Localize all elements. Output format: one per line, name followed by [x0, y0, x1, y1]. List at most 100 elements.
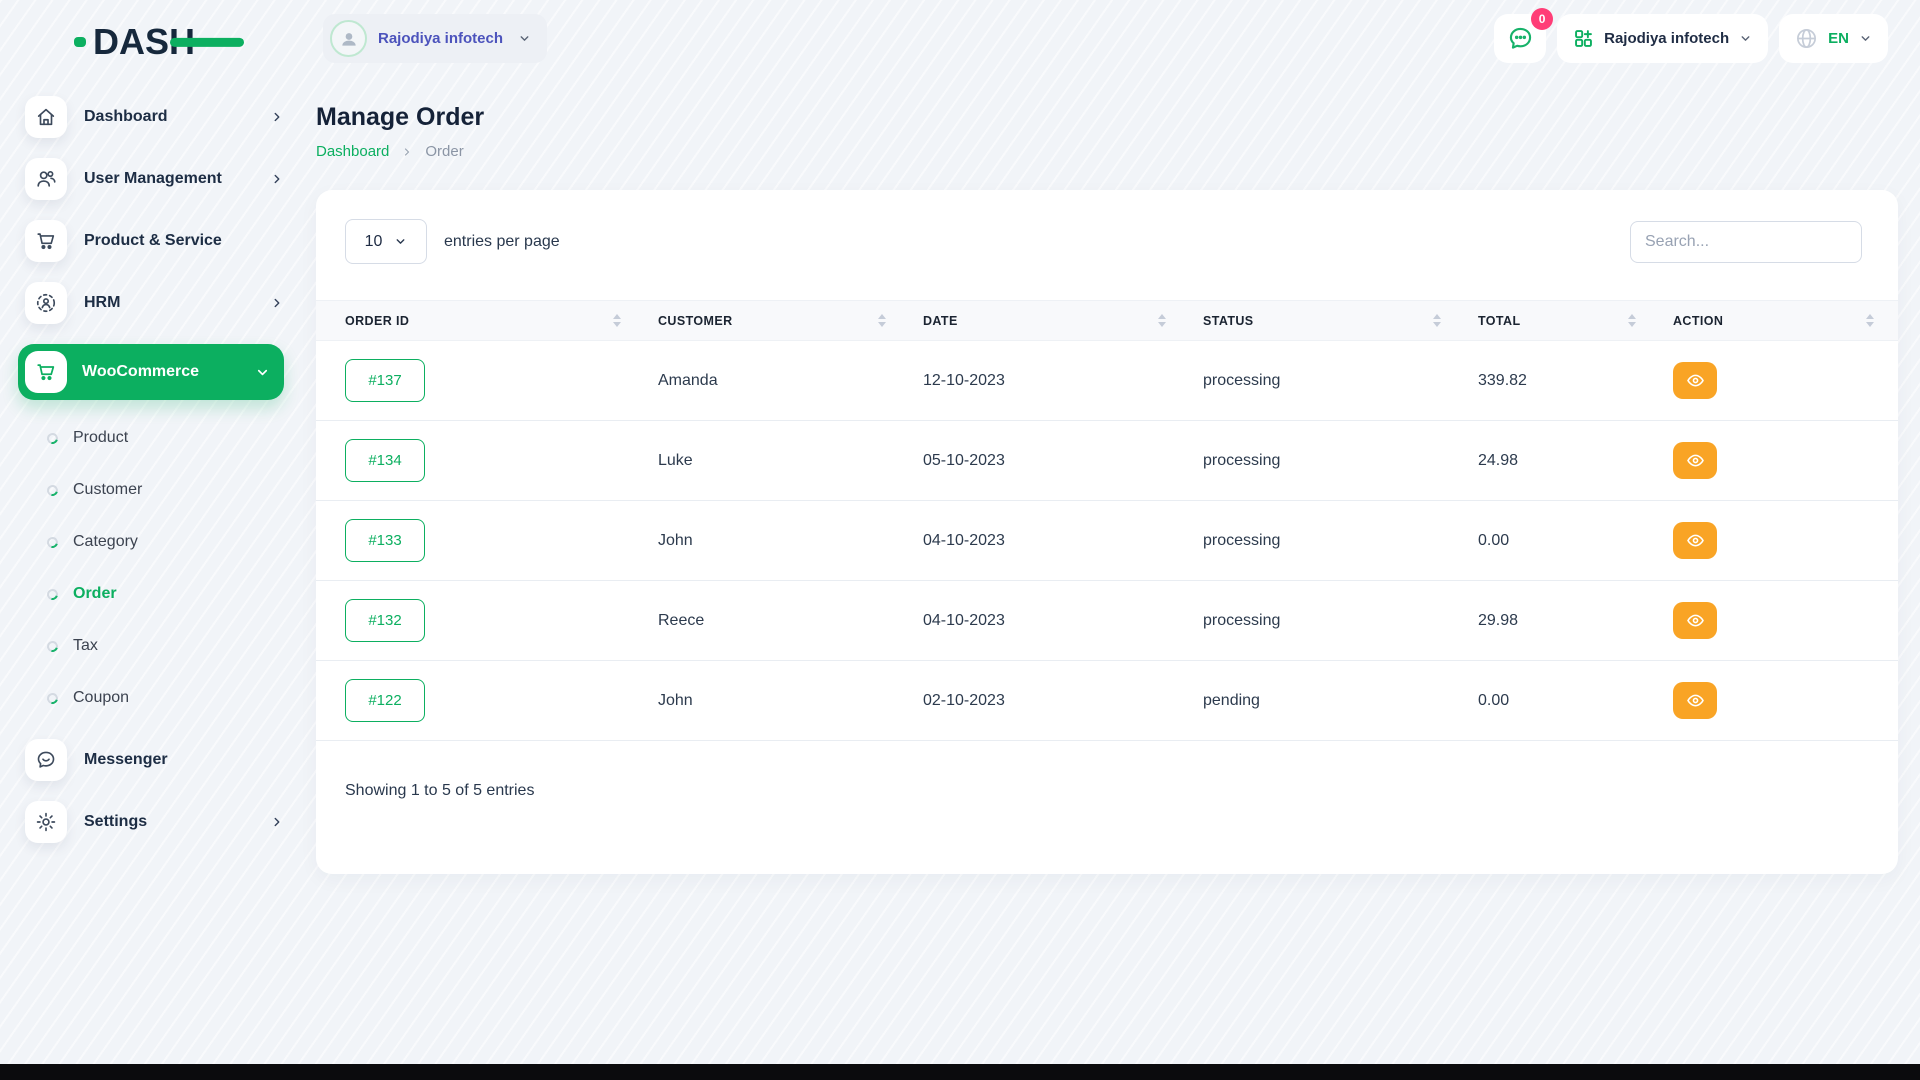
page-title: Manage Order — [316, 103, 1898, 132]
chevron-right-icon — [270, 815, 284, 829]
order-id-badge[interactable]: #134 — [345, 439, 425, 482]
workspace-name: Rajodiya infotech — [378, 30, 503, 47]
messages-button[interactable]: 0 — [1494, 14, 1546, 63]
sidebar-item-label: HRM — [84, 294, 120, 312]
users-icon — [25, 158, 67, 200]
sidebar-item-label: Messenger — [84, 751, 168, 769]
view-order-button[interactable] — [1673, 602, 1717, 639]
eye-icon — [1686, 611, 1705, 630]
breadcrumb-current: Order — [425, 143, 463, 160]
column-header-date[interactable]: DATE — [910, 301, 1190, 341]
submenu-item-coupon[interactable]: Coupon — [47, 686, 300, 710]
total-cell: 0.00 — [1465, 661, 1660, 741]
sidebar-item-settings[interactable]: Settings — [25, 801, 284, 843]
status-cell: processing — [1190, 421, 1465, 501]
cart-icon — [25, 220, 67, 262]
gear-icon — [25, 801, 67, 843]
sidebar-item-user-management[interactable]: User Management — [25, 158, 284, 200]
person-icon — [339, 29, 359, 49]
breadcrumb-dashboard-link[interactable]: Dashboard — [316, 143, 389, 160]
sidebar-item-label: Settings — [84, 813, 147, 831]
eye-icon — [1686, 371, 1705, 390]
date-cell: 02-10-2023 — [910, 661, 1190, 741]
total-cell: 339.82 — [1465, 341, 1660, 421]
donut-icon — [45, 586, 60, 601]
chat-bubble-icon — [1507, 25, 1534, 52]
search-input[interactable] — [1630, 221, 1862, 263]
customer-cell: John — [645, 501, 910, 581]
eye-icon — [1686, 691, 1705, 710]
logo-bar-icon — [170, 38, 244, 47]
sidebar-item-product-service[interactable]: Product & Service — [25, 220, 284, 262]
sort-icon — [1158, 314, 1166, 327]
topbar: DASH Rajodiya infotech 0 Rajodiya — [0, 0, 1920, 78]
order-id-badge[interactable]: #133 — [345, 519, 425, 562]
order-id-badge[interactable]: #137 — [345, 359, 425, 402]
submenu-item-tax[interactable]: Tax — [47, 634, 300, 658]
page-size-select[interactable]: 10 — [345, 219, 427, 264]
topbar-actions: 0 Rajodiya infotech EN — [1494, 14, 1888, 63]
workspace-switcher[interactable]: Rajodiya infotech — [323, 14, 547, 63]
total-cell: 0.00 — [1465, 501, 1660, 581]
sidebar-item-label: WooCommerce — [82, 363, 199, 381]
orders-table-body: #137 Amanda 12-10-2023 processing 339.82… — [316, 341, 1898, 741]
woocommerce-submenu: Product Customer Category Order Tax Coup… — [0, 426, 300, 710]
grid-plus-icon — [1573, 28, 1594, 49]
table-header-row: ORDER ID CUSTOMER DATE STATUS TOTAL ACTI… — [316, 301, 1898, 341]
app-logo[interactable]: DASH — [74, 22, 195, 62]
date-cell: 12-10-2023 — [910, 341, 1190, 421]
submenu-item-category[interactable]: Category — [47, 530, 300, 554]
sidebar-item-messenger[interactable]: Messenger — [25, 739, 284, 781]
donut-icon — [45, 534, 60, 549]
table-controls: 10 entries per page — [316, 190, 1898, 300]
globe-icon — [1795, 27, 1818, 50]
view-order-button[interactable] — [1673, 442, 1717, 479]
sort-icon — [1866, 314, 1874, 327]
messages-count-badge: 0 — [1531, 8, 1553, 30]
view-order-button[interactable] — [1673, 362, 1717, 399]
donut-icon — [45, 482, 60, 497]
sort-icon — [613, 314, 621, 327]
date-cell: 04-10-2023 — [910, 501, 1190, 581]
company-switcher[interactable]: Rajodiya infotech — [1557, 14, 1768, 63]
chevron-right-icon — [270, 172, 284, 186]
submenu-item-order[interactable]: Order — [47, 582, 300, 606]
language-switcher[interactable]: EN — [1779, 14, 1888, 63]
submenu-item-customer[interactable]: Customer — [47, 478, 300, 502]
total-cell: 24.98 — [1465, 421, 1660, 501]
view-order-button[interactable] — [1673, 522, 1717, 559]
donut-icon — [45, 690, 60, 705]
sidebar-item-label: Product & Service — [84, 232, 222, 250]
cart-icon — [25, 351, 67, 393]
entries-per-page-label: entries per page — [444, 233, 560, 251]
sidebar-item-hrm[interactable]: HRM — [25, 282, 284, 324]
page-size-value: 10 — [365, 233, 383, 251]
column-header-total[interactable]: TOTAL — [1465, 301, 1660, 341]
sort-icon — [878, 314, 886, 327]
status-cell: processing — [1190, 501, 1465, 581]
view-order-button[interactable] — [1673, 682, 1717, 719]
order-id-badge[interactable]: #132 — [345, 599, 425, 642]
table-row: #134 Luke 05-10-2023 processing 24.98 — [316, 421, 1898, 501]
orders-card: 10 entries per page ORDER ID CUSTOMER DA… — [316, 190, 1898, 874]
sidebar-item-dashboard[interactable]: Dashboard — [25, 96, 284, 138]
submenu-item-product[interactable]: Product — [47, 426, 300, 450]
table-row: #132 Reece 04-10-2023 processing 29.98 — [316, 581, 1898, 661]
sidebar-item-woocommerce[interactable]: WooCommerce — [18, 344, 284, 400]
column-header-status[interactable]: STATUS — [1190, 301, 1465, 341]
company-name: Rajodiya infotech — [1604, 30, 1729, 47]
sort-icon — [1433, 314, 1441, 327]
status-cell: processing — [1190, 341, 1465, 421]
column-header-action[interactable]: ACTION — [1660, 301, 1898, 341]
order-id-badge[interactable]: #122 — [345, 679, 425, 722]
table-row: #122 John 02-10-2023 pending 0.00 — [316, 661, 1898, 741]
total-cell: 29.98 — [1465, 581, 1660, 661]
avatar — [330, 20, 367, 57]
sidebar-item-label: Dashboard — [84, 108, 168, 126]
customer-cell: Luke — [645, 421, 910, 501]
status-cell: processing — [1190, 581, 1465, 661]
column-header-order-id[interactable]: ORDER ID — [316, 301, 645, 341]
breadcrumb: Dashboard Order — [316, 143, 1898, 160]
chevron-down-icon — [255, 365, 270, 380]
column-header-customer[interactable]: CUSTOMER — [645, 301, 910, 341]
